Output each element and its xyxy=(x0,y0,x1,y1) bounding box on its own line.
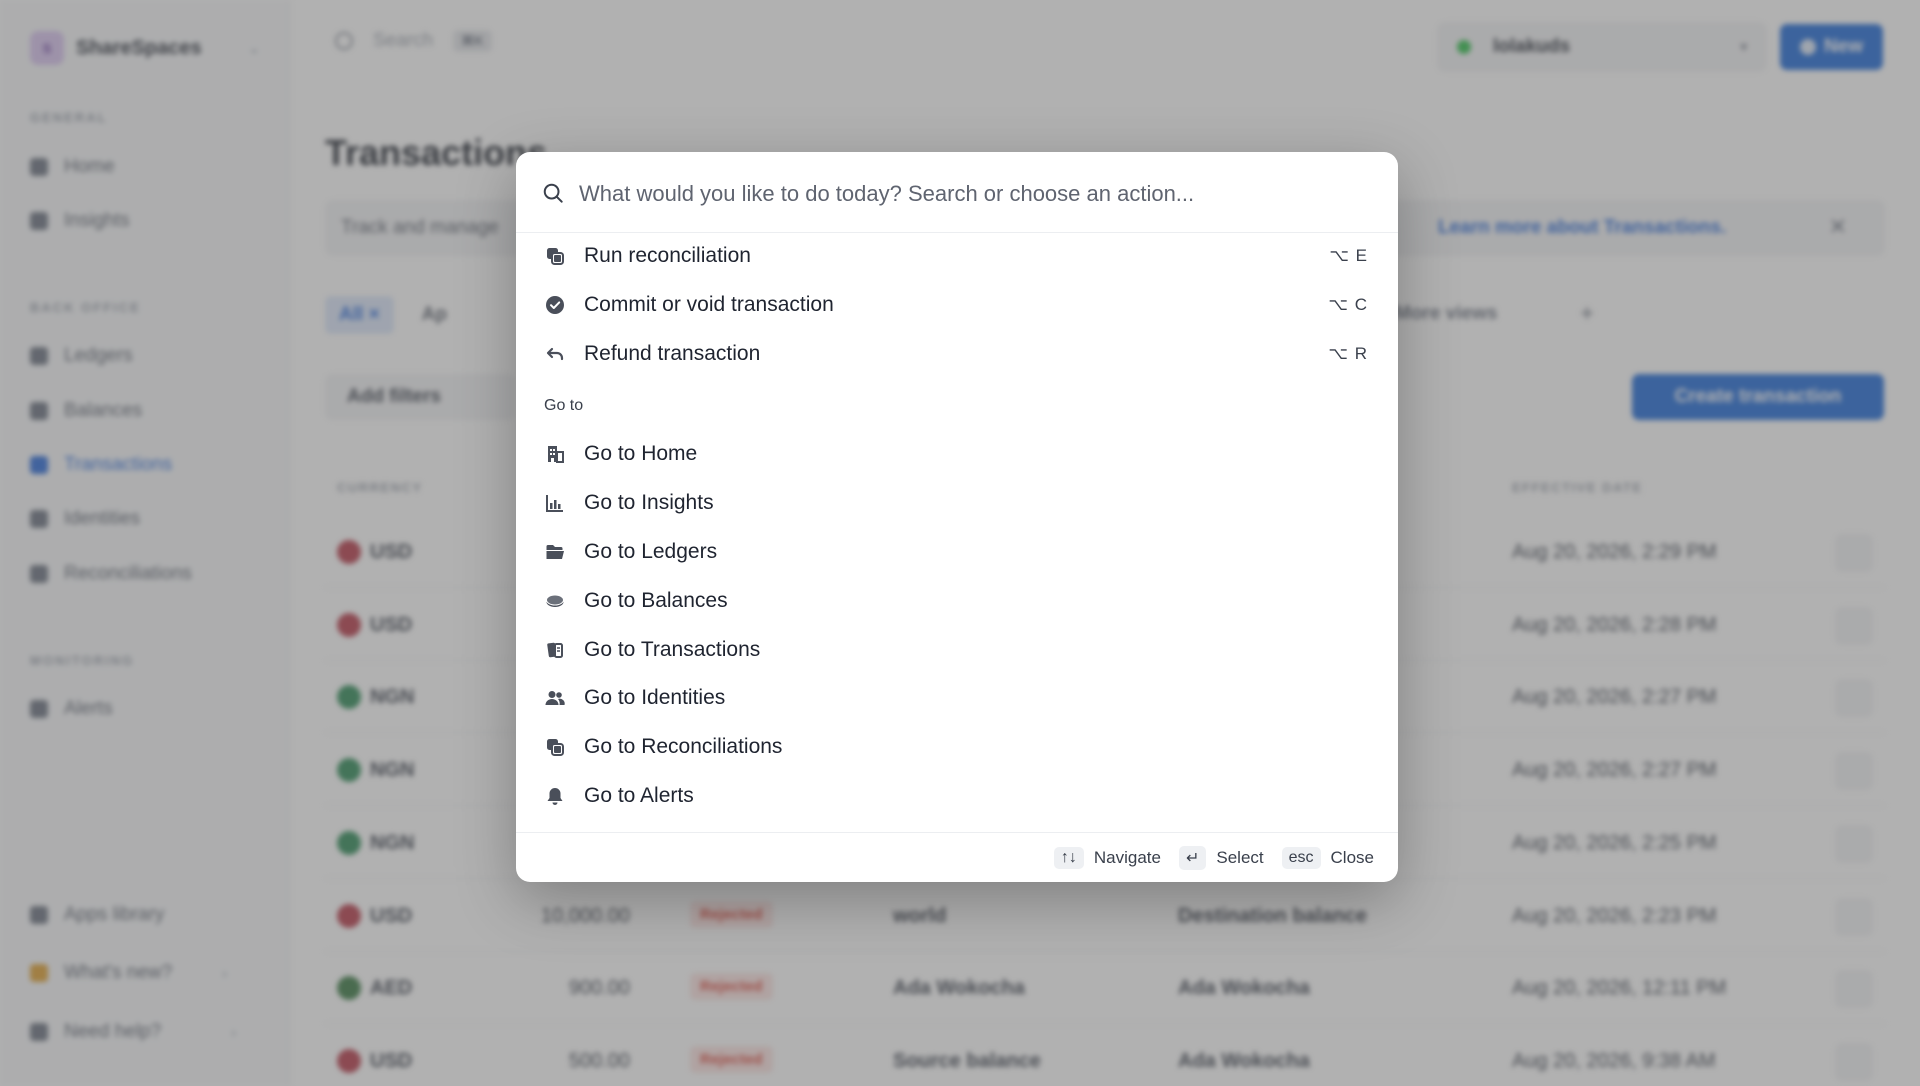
command-label: Go to Ledgers xyxy=(584,540,718,563)
palette-search-bar xyxy=(516,152,1398,233)
folder-icon xyxy=(544,541,566,563)
bell-icon xyxy=(544,785,566,807)
reconcile-icon xyxy=(544,245,566,267)
command-go-to-balances[interactable]: Go to Balances xyxy=(536,579,1378,623)
arrow-keys-icon: ↑↓ xyxy=(1053,846,1084,869)
bar-chart-icon xyxy=(544,492,566,514)
command-commit-or-void[interactable]: Commit or void transaction ⌥ C xyxy=(536,283,1378,327)
palette-search-input[interactable] xyxy=(579,174,1369,214)
check-circle-icon xyxy=(544,294,566,316)
command-refund-transaction[interactable]: Refund transaction ⌥ R xyxy=(536,332,1378,376)
hint-select: ↵ Select xyxy=(1178,845,1264,870)
command-label: Run reconciliation xyxy=(584,244,751,267)
command-label: Commit or void transaction xyxy=(584,293,834,316)
command-palette: Run reconciliation ⌥ E Commit or void tr… xyxy=(516,152,1398,882)
palette-footer: ↑↓ Navigate ↵ Select esc Close xyxy=(516,832,1398,882)
command-go-to-alerts[interactable]: Go to Alerts xyxy=(536,774,1378,818)
transactions-icon xyxy=(544,639,566,661)
command-shortcut: ⌥ R xyxy=(1328,344,1368,363)
hint-close[interactable]: esc Close xyxy=(1281,846,1374,869)
goto-group-title: Go to xyxy=(544,397,584,414)
command-go-to-transactions[interactable]: Go to Transactions xyxy=(536,628,1378,672)
command-label: Go to Balances xyxy=(584,589,728,612)
undo-icon xyxy=(544,343,566,365)
users-icon xyxy=(544,687,566,709)
command-label: Go to Alerts xyxy=(584,784,694,807)
command-go-to-reconciliations[interactable]: Go to Reconciliations xyxy=(536,725,1378,769)
hint-navigate: ↑↓ Navigate xyxy=(1053,846,1161,869)
command-go-to-identities[interactable]: Go to Identities xyxy=(536,676,1378,720)
command-run-reconciliation[interactable]: Run reconciliation ⌥ E xyxy=(536,234,1378,278)
hint-close-label: Close xyxy=(1330,847,1374,867)
esc-key: esc xyxy=(1281,846,1321,869)
command-go-to-home[interactable]: Go to Home xyxy=(536,432,1378,476)
coins-icon xyxy=(544,590,566,612)
command-label: Go to Reconciliations xyxy=(584,735,783,758)
command-label: Refund transaction xyxy=(584,342,761,365)
command-label: Go to Home xyxy=(584,442,698,465)
command-shortcut: ⌥ C xyxy=(1328,295,1368,314)
building-icon xyxy=(544,443,566,465)
reconcile-icon xyxy=(544,736,566,758)
command-go-to-ledgers[interactable]: Go to Ledgers xyxy=(536,530,1378,574)
search-icon xyxy=(543,183,563,203)
command-label: Go to Identities xyxy=(584,686,726,709)
command-go-to-insights[interactable]: Go to Insights xyxy=(536,481,1378,525)
command-label: Go to Insights xyxy=(584,491,714,514)
command-label: Go to Transactions xyxy=(584,638,761,661)
hint-navigate-label: Navigate xyxy=(1093,847,1161,867)
enter-key-icon: ↵ xyxy=(1178,845,1207,870)
hint-select-label: Select xyxy=(1216,847,1264,867)
command-shortcut: ⌥ E xyxy=(1329,246,1368,265)
